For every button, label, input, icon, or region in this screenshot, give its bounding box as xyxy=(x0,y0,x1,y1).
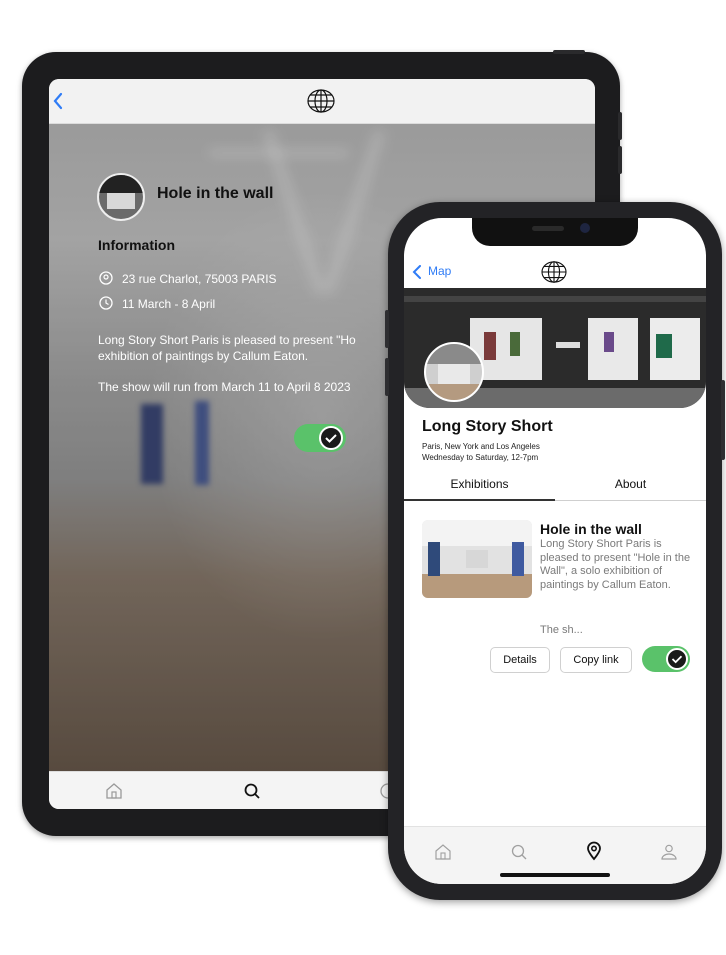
notch xyxy=(472,218,638,246)
search-icon[interactable] xyxy=(243,782,261,800)
location-pin-icon xyxy=(99,271,113,285)
information-heading: Information xyxy=(98,237,175,253)
copy-link-button[interactable]: Copy link xyxy=(560,647,632,673)
chevron-left-icon[interactable] xyxy=(52,92,64,110)
status-time: 01:41 xyxy=(424,230,450,241)
ipad-volume-down xyxy=(618,146,622,174)
home-icon[interactable] xyxy=(105,782,123,800)
exhibition-description: Long Story Short Paris is pleased to pre… xyxy=(540,538,691,591)
check-icon xyxy=(666,648,688,670)
exhibition-title: Hole in the wall xyxy=(157,185,274,202)
gallery-name: Long Story Short xyxy=(422,418,553,435)
iphone-tab-bar xyxy=(404,826,706,884)
address-text: 23 rue Charlot, 75003 PARIS xyxy=(122,272,277,286)
active-tab-indicator xyxy=(404,499,555,501)
details-button[interactable]: Details xyxy=(490,647,550,673)
run-dates-text: The show will run from March 11 to April… xyxy=(98,380,351,394)
tab-about[interactable]: About xyxy=(555,468,706,500)
iphone-volume-up xyxy=(385,310,389,348)
iphone-side-button xyxy=(721,380,725,460)
gallery-avatar xyxy=(424,342,484,402)
home-indicator xyxy=(500,873,610,877)
description-line-2: exhibition of paintings by Callum Eaton. xyxy=(98,349,309,363)
dates-text: 11 March - 8 April xyxy=(122,297,216,311)
check-icon xyxy=(319,426,343,450)
globe-icon xyxy=(540,260,568,284)
home-icon[interactable] xyxy=(434,843,452,861)
gallery-avatar xyxy=(97,173,145,221)
exhibition-title: Hole in the wall xyxy=(540,521,642,537)
ipad-navigation-bar xyxy=(49,79,595,124)
back-label: Map xyxy=(428,264,452,278)
gallery-cities: Paris, New York and Los Angeles xyxy=(422,442,540,451)
iphone-screen: 01:41 Map Long Story Short Paris, New Yo… xyxy=(404,218,706,884)
gallery-hours: Wednesday to Saturday, 12-7pm xyxy=(422,453,539,462)
clock-icon xyxy=(99,296,113,310)
ipad-volume-up xyxy=(618,112,622,140)
globe-icon xyxy=(306,88,336,114)
ipad-favorite-toggle[interactable] xyxy=(294,424,346,452)
search-icon[interactable] xyxy=(510,843,528,861)
description-line-1: Long Story Short Paris is pleased to pre… xyxy=(98,333,356,347)
tab-exhibitions[interactable]: Exhibitions xyxy=(404,468,555,500)
map-pin-icon[interactable] xyxy=(585,841,603,861)
chevron-left-icon xyxy=(412,265,422,279)
exhibition-favorite-toggle[interactable] xyxy=(642,646,690,672)
exhibition-thumbnail[interactable] xyxy=(422,520,532,598)
profile-icon[interactable] xyxy=(660,843,678,861)
iphone-volume-down xyxy=(385,358,389,396)
ipad-top-button xyxy=(553,50,585,54)
exhibition-snippet: The sh... xyxy=(540,624,583,636)
